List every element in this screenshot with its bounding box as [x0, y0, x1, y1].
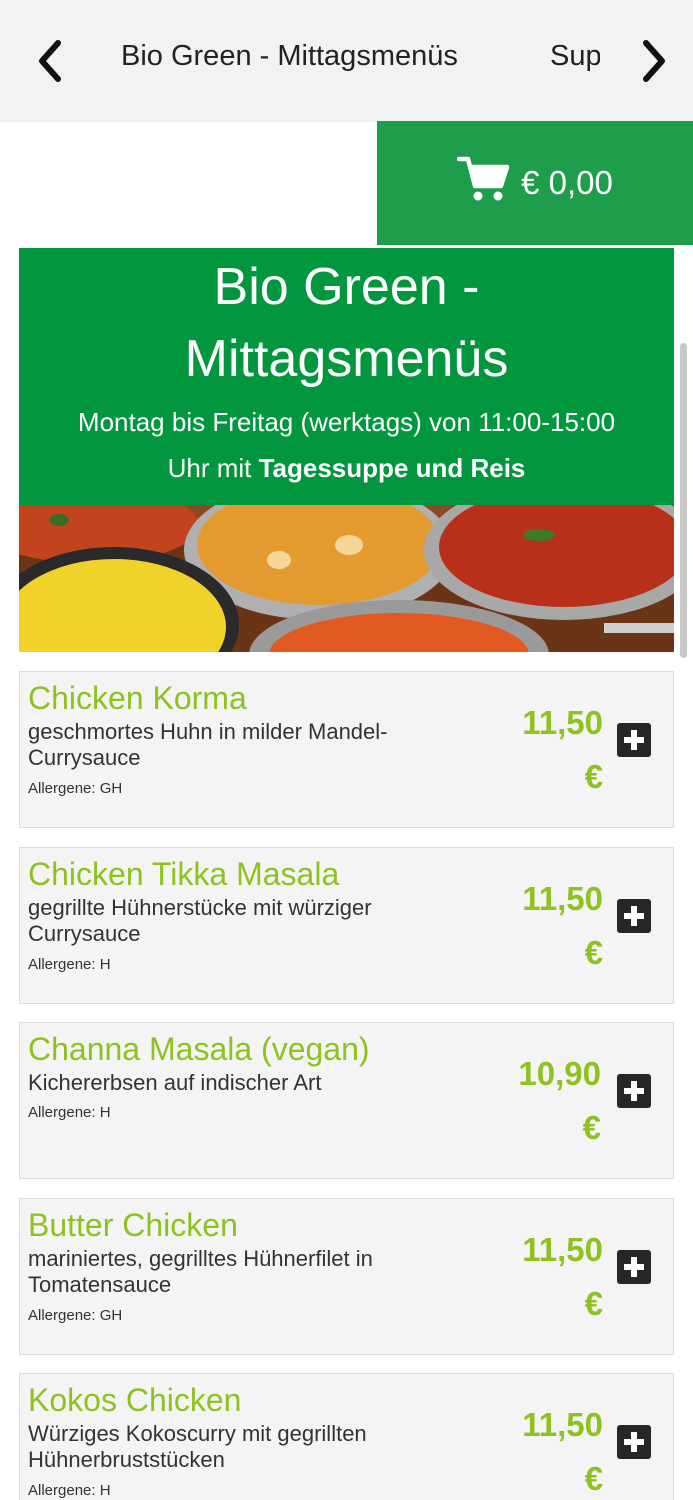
menu-subtitle: Montag bis Freitag (werktags) von 11:00-… — [19, 399, 674, 491]
item-price-currency: € — [584, 1460, 603, 1497]
item-description: gegrillte Hühnerstücke mit würziger Curr… — [28, 895, 372, 946]
item-price-currency: € — [584, 758, 603, 795]
cart-icon — [456, 154, 521, 212]
item-price: 11,50 € — [503, 1398, 603, 1500]
chevron-right-icon[interactable] — [630, 36, 680, 86]
item-price: 10,90 € — [501, 1047, 601, 1155]
item-price-value: 11,50 — [522, 1231, 603, 1268]
item-description: Kichererbsen auf indischer Art — [28, 1070, 322, 1095]
menu-subtitle-highlight: Tagessuppe und Reis — [258, 453, 526, 483]
menu-title-line2: Mittagsmenüs — [184, 330, 509, 388]
item-allergens: Allergene: GH — [28, 1307, 123, 1324]
plus-icon[interactable] — [617, 1250, 651, 1284]
menu-item: Channa Masala (vegan) Kichererbsen auf i… — [19, 1022, 674, 1179]
item-price-value: 10,90 — [518, 1055, 601, 1092]
scrollbar[interactable] — [680, 343, 687, 658]
tab-suppen[interactable]: Suppen — [550, 40, 600, 73]
item-allergens: Allergene: H — [28, 1482, 111, 1499]
item-price-currency: € — [584, 1285, 603, 1322]
plus-icon[interactable] — [617, 723, 651, 757]
menu-subtitle-line2: Uhr mit Tagessuppe und Reis — [19, 445, 674, 491]
menu-item: Chicken Tikka Masala gegrillte Hühnerstü… — [19, 847, 674, 1004]
item-allergens: Allergene: GH — [28, 780, 123, 797]
menu-title: Bio Green - Mittagsmenüs — [19, 248, 674, 395]
item-name: Chicken Tikka Masala — [28, 856, 340, 892]
menu-item: Butter Chicken mariniertes, gegrilltes H… — [19, 1198, 674, 1355]
item-name: Kokos Chicken — [28, 1382, 242, 1418]
item-name: Chicken Korma — [28, 680, 247, 716]
item-name: Butter Chicken — [28, 1207, 238, 1243]
item-allergens: Allergene: H — [28, 956, 111, 973]
curry-dishes-image — [19, 505, 674, 652]
item-name: Channa Masala (vegan) — [28, 1031, 370, 1067]
menu-item: Kokos Chicken Würziges Kokoscurry mit ge… — [19, 1373, 674, 1500]
tab-bio-green-mittagsmenus[interactable]: Bio Green - Mittagsmenüs — [121, 40, 458, 73]
plus-icon[interactable] — [617, 1074, 651, 1108]
cart-total: € 0,00 — [521, 164, 613, 201]
item-price: 11,50 € — [503, 872, 603, 980]
menu-title-line1: Bio Green - — [213, 258, 480, 316]
item-price-currency: € — [582, 1109, 601, 1146]
item-description: mariniertes, gegrilltes Hühnerfilet in T… — [28, 1246, 373, 1297]
item-price-currency: € — [584, 934, 603, 971]
item-price-value: 11,50 — [522, 880, 603, 917]
plus-icon[interactable] — [617, 899, 651, 933]
item-allergens: Allergene: H — [28, 1104, 111, 1121]
chevron-left-icon[interactable] — [24, 36, 74, 86]
category-nav-bar: Bio Green - Mittagsmenüs Suppen — [0, 0, 693, 122]
menu-header-banner: Bio Green - Mittagsmenüs Montag bis Frei… — [19, 248, 674, 505]
menu-item: Chicken Korma geschmortes Huhn in milder… — [19, 671, 674, 828]
plus-icon[interactable] — [617, 1425, 651, 1459]
item-price-value: 11,50 — [522, 704, 603, 741]
item-description: geschmortes Huhn in milder Mandel-Currys… — [28, 719, 388, 770]
item-price: 11,50 € — [503, 696, 603, 804]
menu-subtitle-prefix: Uhr mit — [167, 453, 259, 483]
menu-subtitle-line1: Montag bis Freitag (werktags) von 11:00-… — [77, 407, 616, 437]
item-price-value: 11,50 — [522, 1406, 603, 1443]
item-price: 11,50 € — [503, 1223, 603, 1331]
item-description: Würziges Kokoscurry mit gegrillten Hühne… — [28, 1421, 367, 1472]
cart-button[interactable]: € 0,00 — [377, 121, 693, 245]
